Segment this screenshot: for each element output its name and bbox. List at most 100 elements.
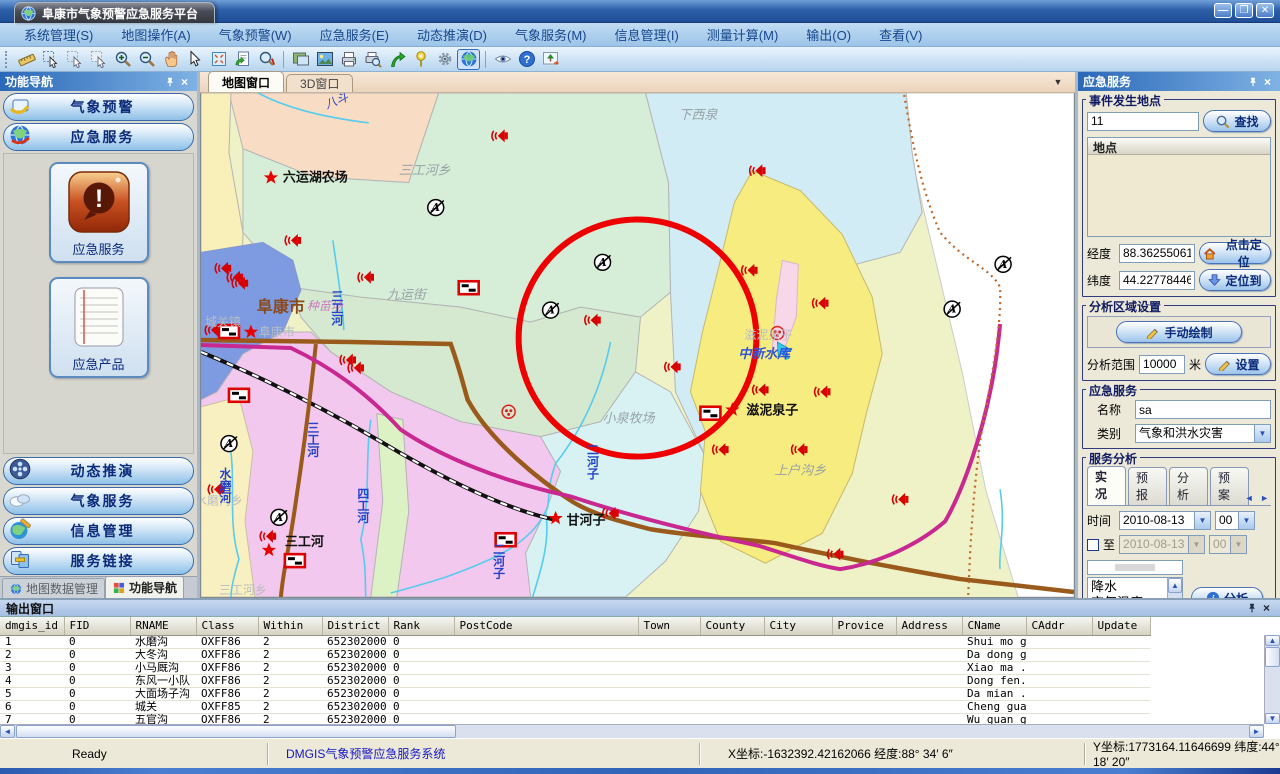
menu-item-7[interactable]: 测量计算(M) bbox=[693, 23, 793, 46]
location-search-input[interactable] bbox=[1087, 112, 1199, 131]
shortcut-emergency-service-button[interactable]: !应急服务 bbox=[49, 162, 149, 263]
refresh-icon[interactable] bbox=[231, 49, 254, 70]
column-header-FID[interactable]: FID bbox=[64, 617, 130, 635]
zoom-out-icon[interactable] bbox=[135, 49, 158, 70]
column-header-District[interactable]: District bbox=[322, 617, 388, 635]
manual-draw-button[interactable]: 手动绘制 bbox=[1116, 321, 1242, 343]
pin-icon[interactable] bbox=[162, 74, 177, 89]
pin-icon[interactable] bbox=[1245, 74, 1260, 89]
column-header-Class[interactable]: Class bbox=[196, 617, 258, 635]
menu-item-6[interactable]: 信息管理(I) bbox=[601, 23, 693, 46]
restore-button[interactable]: ❐ bbox=[1235, 3, 1253, 18]
pointer-icon[interactable] bbox=[183, 49, 206, 70]
globe-service-icon[interactable] bbox=[457, 49, 480, 70]
to-checkbox[interactable] bbox=[1087, 539, 1099, 551]
goto-arrow-icon[interactable] bbox=[385, 49, 408, 70]
column-header-PostCode[interactable]: PostCode bbox=[454, 617, 638, 635]
date-select-2[interactable]: 2010-08-13▼ bbox=[1119, 535, 1205, 554]
menu-item-8[interactable]: 输出(O) bbox=[792, 23, 865, 46]
menu-item-9[interactable]: 查看(V) bbox=[865, 23, 936, 46]
column-header-County[interactable]: County bbox=[700, 617, 764, 635]
analyze-button[interactable]: i 分析 bbox=[1191, 587, 1263, 598]
horizontal-scrollbar[interactable]: ◄ ► bbox=[0, 724, 1264, 738]
close-button[interactable]: ✕ bbox=[1256, 3, 1274, 18]
menu-item-0[interactable]: 系统管理(S) bbox=[10, 23, 107, 46]
table-row[interactable]: 20大冬沟OXFF8626523020000Da dong gou bbox=[0, 648, 1150, 661]
table-row[interactable]: 60城关OXFF8526523020000Cheng guan bbox=[0, 700, 1150, 713]
column-header-RNAME[interactable]: RNAME bbox=[130, 617, 196, 635]
service-name-input[interactable] bbox=[1135, 400, 1271, 419]
click-locate-button[interactable]: 点击定位 bbox=[1199, 242, 1271, 264]
zoom-in-icon[interactable] bbox=[111, 49, 134, 70]
visibility-eye-icon[interactable] bbox=[491, 49, 514, 70]
service-type-select[interactable]: 气象和洪水灾害 ▼ bbox=[1135, 424, 1271, 443]
nav-button-0[interactable]: 动态推演 bbox=[3, 457, 194, 485]
settings-icon[interactable] bbox=[433, 49, 456, 70]
measure-icon[interactable] bbox=[15, 49, 38, 70]
nav-button-3[interactable]: 服务链接 bbox=[3, 547, 194, 575]
table-row[interactable]: 40东风一小队OXFF8626523020000Dong fen... bbox=[0, 674, 1150, 687]
analysis-tab-2[interactable]: 分析 bbox=[1169, 467, 1208, 505]
place-marker-icon[interactable] bbox=[409, 49, 432, 70]
pin-icon[interactable] bbox=[1244, 601, 1259, 616]
table-row[interactable]: 50大面场子沟OXFF8626523020000Da mian ... bbox=[0, 687, 1150, 700]
column-header-Address[interactable]: Address bbox=[896, 617, 962, 635]
scroll-right-icon[interactable]: ► bbox=[1249, 725, 1264, 738]
select-region-icon[interactable] bbox=[39, 49, 62, 70]
help-icon[interactable]: ? bbox=[515, 49, 538, 70]
column-header-Town[interactable]: Town bbox=[638, 617, 700, 635]
identify-icon[interactable] bbox=[255, 49, 278, 70]
longitude-input[interactable] bbox=[1119, 244, 1195, 263]
column-header-Rank[interactable]: Rank bbox=[388, 617, 454, 635]
range-input[interactable] bbox=[1139, 355, 1185, 374]
close-icon[interactable]: × bbox=[1259, 601, 1274, 616]
select-feature-icon[interactable] bbox=[63, 49, 86, 70]
tab-scroll-arrows[interactable]: ◄ ► bbox=[1245, 493, 1271, 503]
table-row[interactable]: 30小马厩沟OXFF8626523020000Xiao ma ... bbox=[0, 661, 1150, 674]
vertical-scrollbar[interactable]: ▲ ▼ bbox=[1264, 635, 1280, 724]
shortcut-emergency-product-button[interactable]: 应急产品 bbox=[49, 277, 149, 378]
left-bottom-tab-1[interactable]: 功能导航 bbox=[105, 576, 184, 598]
full-extent-icon[interactable] bbox=[207, 49, 230, 70]
close-icon[interactable]: × bbox=[1260, 74, 1275, 89]
analysis-tab-1[interactable]: 预报 bbox=[1128, 467, 1167, 505]
latitude-input[interactable] bbox=[1119, 271, 1195, 290]
nav-group-0[interactable]: 气象预警 bbox=[3, 93, 194, 121]
locate-to-button[interactable]: 定位到 bbox=[1199, 269, 1271, 291]
window-title-tab[interactable]: 阜康市气象预警应急服务平台 bbox=[14, 2, 215, 23]
pan-icon[interactable] bbox=[159, 49, 182, 70]
map-tab-0[interactable]: 地图窗口 bbox=[208, 71, 284, 92]
menu-item-1[interactable]: 地图操作(A) bbox=[107, 23, 204, 46]
map-image-icon[interactable] bbox=[313, 49, 336, 70]
hour-select[interactable]: 00▼ bbox=[1215, 511, 1255, 530]
scrollbar-thumb[interactable] bbox=[1265, 647, 1280, 667]
variable-list[interactable]: 降水空气温度 ▲ bbox=[1087, 577, 1183, 598]
set-button[interactable]: 设置 bbox=[1205, 353, 1271, 375]
table-row[interactable]: 10水磨沟OXFF8626523020000Shui mo gou bbox=[0, 635, 1150, 648]
menu-item-3[interactable]: 应急服务(E) bbox=[306, 23, 403, 46]
map-tab-1[interactable]: 3D窗口 bbox=[286, 74, 353, 92]
scroll-left-icon[interactable]: ◄ bbox=[0, 725, 15, 738]
toolbar-grip[interactable] bbox=[5, 51, 10, 68]
chevron-down-icon[interactable]: ▼ bbox=[1194, 512, 1210, 529]
hour-select-2[interactable]: 00▼ bbox=[1209, 535, 1247, 554]
column-header-dmgis_id[interactable]: dmgis_id bbox=[0, 617, 64, 635]
variable-item-1[interactable]: 空气温度 bbox=[1091, 595, 1179, 598]
column-header-CAddr[interactable]: CAddr bbox=[1026, 617, 1092, 635]
nav-button-2[interactable]: 信息管理 bbox=[3, 517, 194, 545]
print-icon[interactable] bbox=[337, 49, 360, 70]
analysis-tab-3[interactable]: 预案 bbox=[1210, 467, 1249, 505]
column-header-Within[interactable]: Within bbox=[258, 617, 322, 635]
chevron-down-icon[interactable]: ▼ bbox=[1254, 425, 1270, 442]
map-canvas[interactable]: AAAAAAA八斗下西泉六运湖农场三工河乡九运街阜康市城关镇阜康市种苗场滋泥泉子… bbox=[200, 93, 1075, 598]
column-header-Provice[interactable]: Provice bbox=[832, 617, 896, 635]
scrollbar-thumb[interactable] bbox=[16, 725, 456, 738]
left-bottom-tab-0[interactable]: 地图数据管理 bbox=[2, 578, 105, 598]
chevron-down-icon[interactable]: ▼ bbox=[1238, 512, 1254, 529]
scroll-up-icon[interactable]: ▲ bbox=[1168, 578, 1182, 593]
minimize-button[interactable]: — bbox=[1214, 3, 1232, 18]
close-icon[interactable]: × bbox=[177, 74, 192, 89]
menu-item-5[interactable]: 气象服务(M) bbox=[501, 23, 601, 46]
date-select[interactable]: 2010-08-13▼ bbox=[1119, 511, 1211, 530]
column-header-Update[interactable]: Update bbox=[1092, 617, 1150, 635]
